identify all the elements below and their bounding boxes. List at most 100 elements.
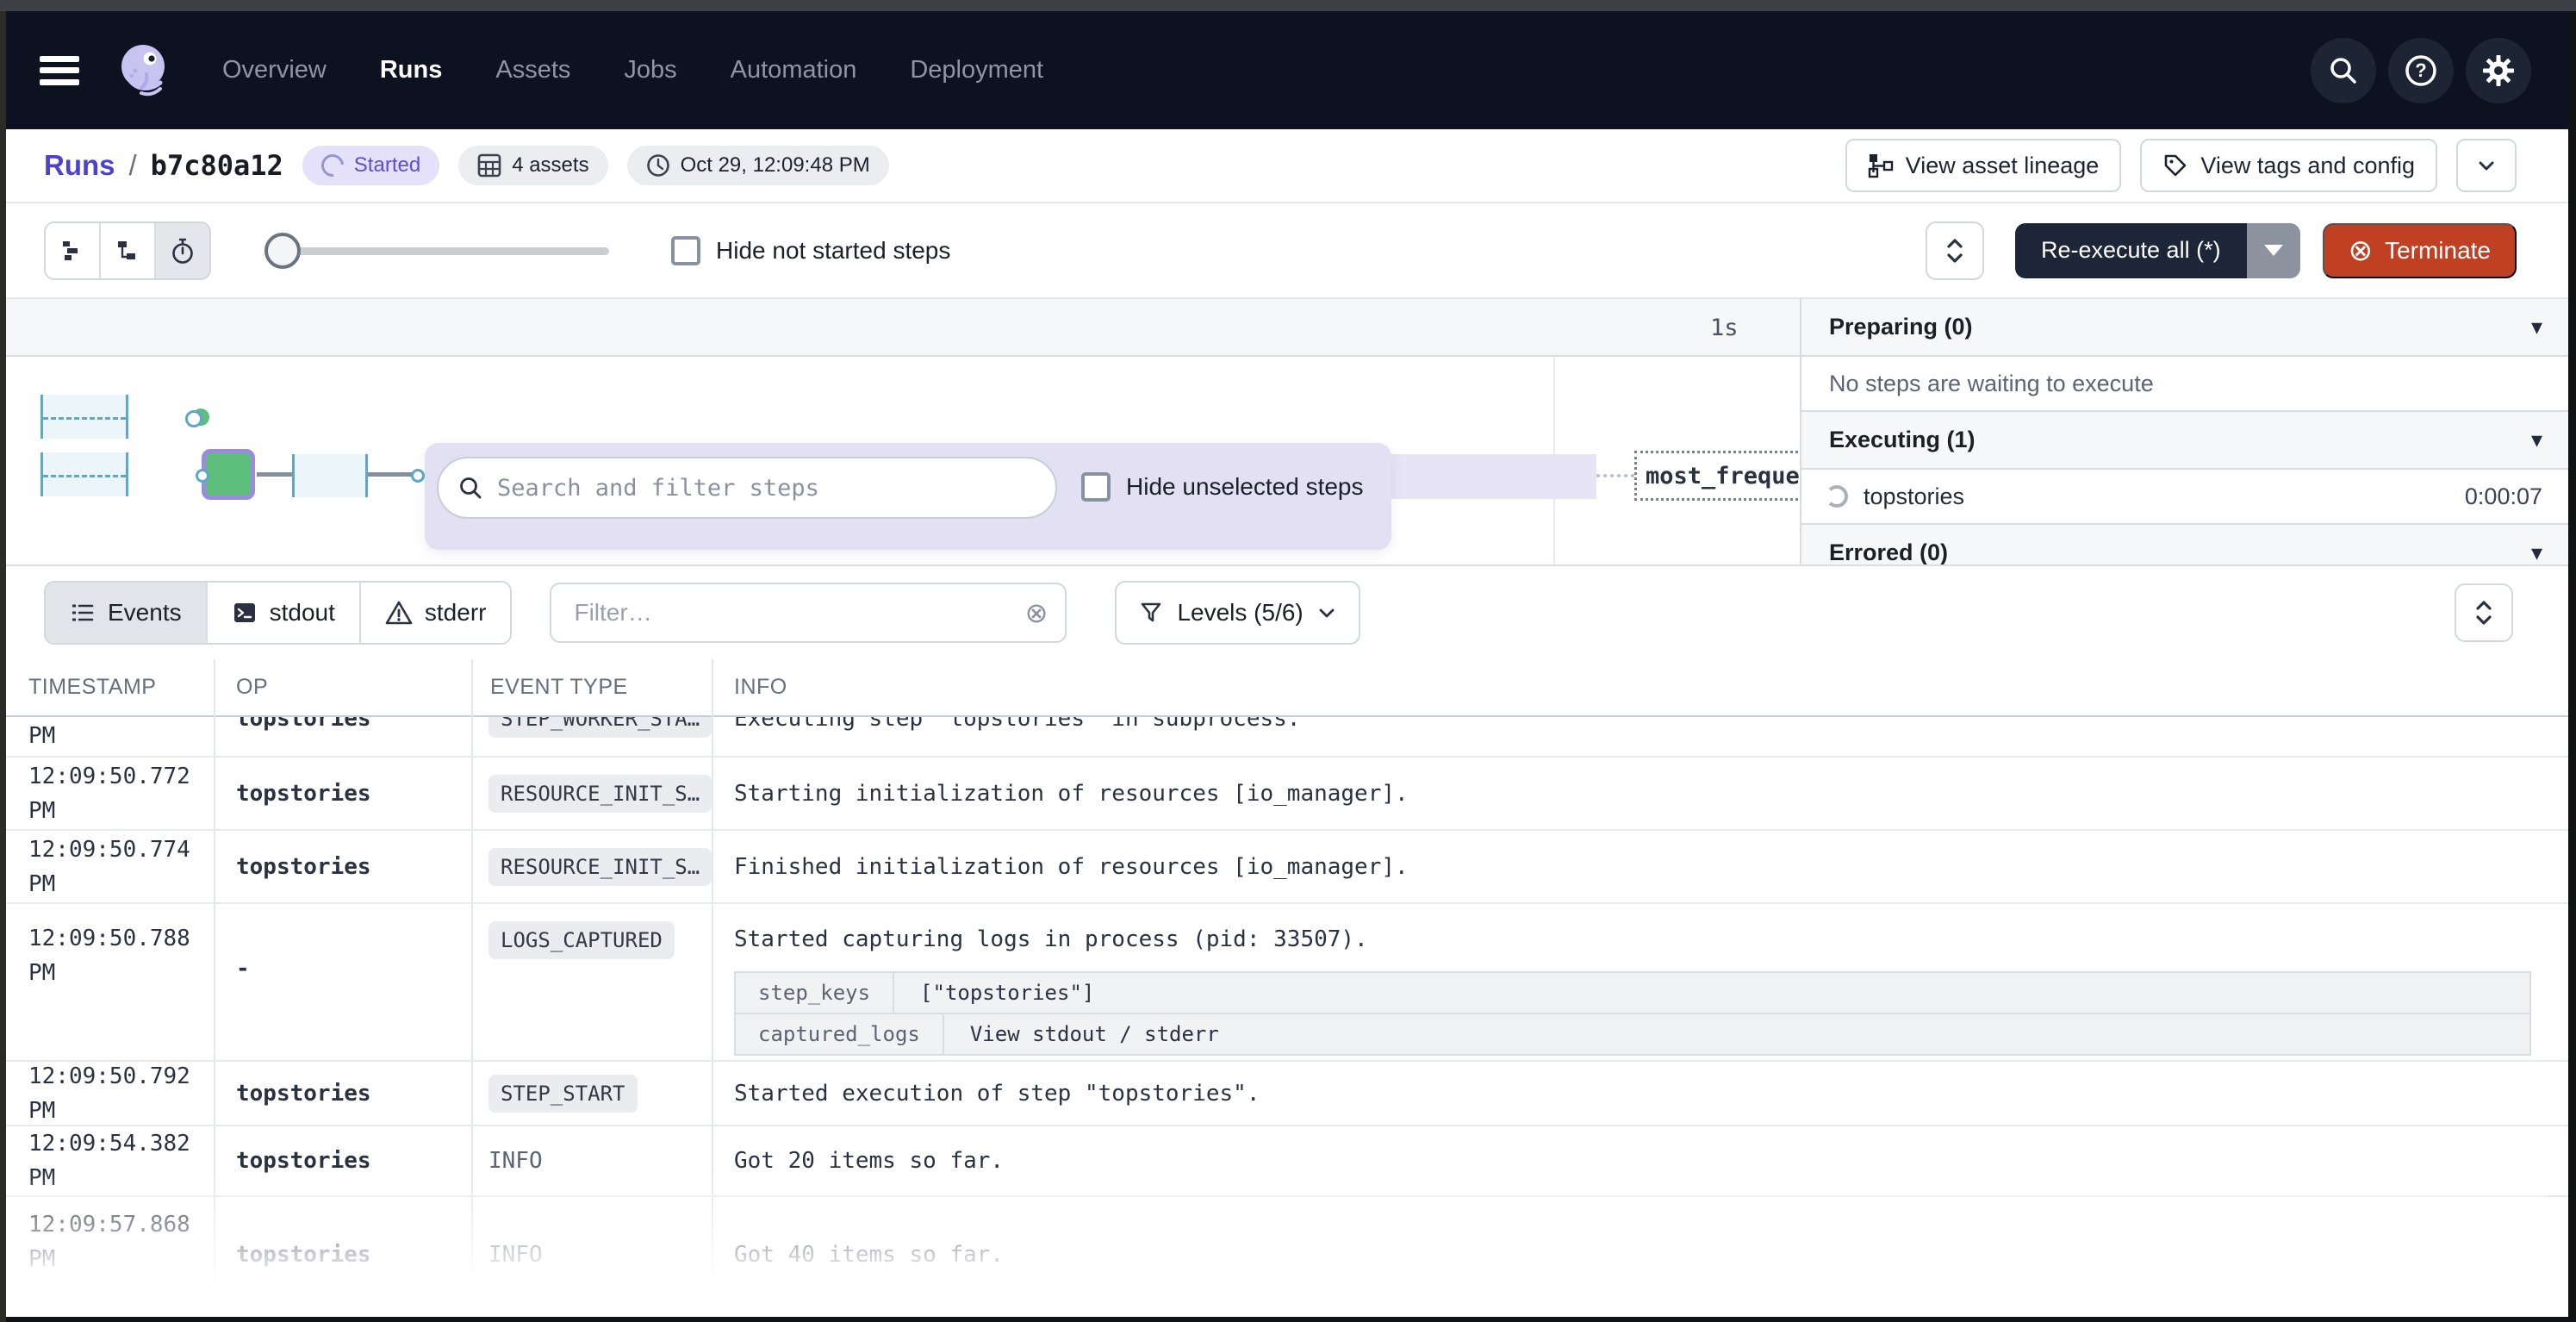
panel-resize-button[interactable] [1926,221,1984,280]
gantt-step-marker-dot[interactable] [192,408,209,426]
gantt-timed-view-button[interactable] [156,223,209,278]
tab-events[interactable]: Events [46,583,208,643]
gantt-step-queued[interactable] [292,454,368,497]
warning-triangle-icon [385,600,413,626]
executing-step-row[interactable]: topstories 0:00:07 [1801,470,2568,525]
nav-item-runs[interactable]: Runs [380,56,443,84]
hide-not-started-checkbox[interactable] [671,236,700,265]
breadcrumb-runs-link[interactable]: Runs [44,149,115,182]
col-op: OP [236,675,268,700]
caret-down-icon: ▾ [2531,540,2542,565]
gantt-io-dot-end [411,469,425,483]
asset-grid-icon [477,153,512,178]
event-log-panel: Events stdout stderr ⊗ [6,564,2568,1322]
nav-item-deployment[interactable]: Deployment [910,56,1043,84]
search-icon [457,475,483,501]
view-tags-config-button[interactable]: View tags and config [2140,139,2437,192]
log-row[interactable]: 12:09:50.772 PM topstories RESOURCE_INIT… [6,758,2568,831]
help-button[interactable]: ? [2388,38,2454,103]
nav-item-jobs[interactable]: Jobs [624,56,676,84]
gantt-step-most-frequent[interactable]: most_frequent_ [1634,451,1800,501]
executing-section-header[interactable]: Executing (1) ▾ [1801,412,2568,470]
reexecute-all-button[interactable]: Re-execute all (*) [2015,223,2247,278]
log-filter-input[interactable] [572,598,1024,627]
event-type-badge: LOGS_CAPTURED [488,921,675,959]
svg-text:?: ? [2415,59,2426,81]
spinner-icon [1826,485,1848,508]
metadata-key: captured_logs [736,1014,944,1054]
gantt-dotted-connector [1596,474,1634,477]
clear-filter-icon[interactable]: ⊗ [1025,596,1048,629]
window-left-edge [0,11,6,1322]
event-metadata-table: step_keys ["topstories"] captured_logs V… [734,971,2531,1056]
gantt-step-not-started-1[interactable] [40,395,128,439]
log-table-header: TIMESTAMP OP EVENT TYPE INFO [6,659,2568,717]
col-event-type: EVENT TYPE [490,675,628,700]
event-list-icon [70,600,96,626]
filter-funnel-icon [1139,601,1163,625]
step-search-input[interactable] [495,474,1055,502]
hide-not-started-label[interactable]: Hide not started steps [716,237,950,265]
col-timestamp: TIMESTAMP [28,675,156,700]
settings-button[interactable] [2466,38,2531,103]
flat-rows-icon [59,238,85,264]
nav-item-overview[interactable]: Overview [222,56,327,84]
gantt-zoom-slider[interactable] [264,233,609,269]
event-type-plain: INFO [488,1148,543,1174]
more-run-actions-button[interactable] [2456,139,2517,192]
run-detail-page: Overview Runs Assets Jobs Automation Dep… [0,0,2576,1322]
gantt-step-not-started-2[interactable] [40,452,128,496]
waterfall-icon [115,238,140,264]
gantt-waterfall-view-button[interactable] [101,223,156,278]
nav-item-assets[interactable]: Assets [495,56,570,84]
log-row[interactable]: 12:09:50.792 PM topstories STEP_START St… [6,1062,2568,1126]
log-row-logs-captured[interactable]: 12:09:50.788 PM - LOGS_CAPTURED Started … [6,904,2568,1062]
reexecute-options-button[interactable] [2247,223,2300,278]
reexecute-split-button: Re-execute all (*) [2015,223,2300,278]
help-icon: ? [2403,53,2439,89]
log-row[interactable]: 12:09:57.868 PM topstories INFO Got 40 i… [6,1197,2568,1322]
preparing-section-header[interactable]: Preparing (0) ▾ [1801,299,2568,357]
executing-step-name: topstories [1864,483,1964,510]
view-stdout-stderr-link[interactable]: View stdout / stderr [944,1014,1245,1054]
spinner-icon [316,150,348,182]
chevron-down-icon [1317,603,1336,622]
slider-knob[interactable] [264,233,301,269]
log-info-text: Started capturing logs in process (pid: … [734,926,2568,952]
tag-icon [2162,153,2188,178]
dropdown-arrow-icon [2264,245,2283,256]
gantt-chart: 1s Hide unselected steps most_frequent_ [6,299,1800,564]
search-button[interactable] [2311,38,2376,103]
log-row[interactable]: 12:09:54.382 PM topstories INFO Got 20 i… [6,1126,2568,1197]
gantt-timescale: 1s [6,299,1800,357]
run-header-row: Runs / b7c80a12 Started 4 assets Oct 29,… [6,129,2568,203]
slider-track[interactable] [264,247,609,255]
dagster-logo-icon[interactable] [112,40,174,102]
preparing-empty-row: No steps are waiting to execute [1801,357,2568,412]
log-resize-button[interactable] [2455,583,2513,642]
executing-step-elapsed: 0:00:07 [2465,483,2542,510]
tab-stderr[interactable]: stderr [361,583,511,643]
errored-section-header[interactable]: Errored (0) ▾ [1801,525,2568,564]
event-type-badge: STEP_WORKER_STA… [488,717,712,738]
view-asset-lineage-button[interactable]: View asset lineage [1845,139,2122,192]
tab-stdout[interactable]: stdout [208,583,361,643]
hamburger-menu-icon[interactable] [40,56,79,85]
nav-item-automation[interactable]: Automation [731,56,857,84]
gantt-search-box [437,457,1057,519]
up-down-chevrons-icon [2473,598,2495,627]
gantt-step-running-selected[interactable] [202,449,255,500]
caret-down-icon: ▾ [2531,315,2542,340]
hide-unselected-label[interactable]: Hide unselected steps [1126,473,1364,501]
terminate-button[interactable]: ⊗ Terminate [2323,223,2517,278]
log-tabs: Events stdout stderr [44,581,512,645]
log-controls: Events stdout stderr ⊗ [6,566,2568,659]
steps-status-panel: Preparing (0) ▾ No steps are waiting to … [1800,299,2568,564]
asset-count-badge[interactable]: 4 assets [458,146,607,185]
gantt-flat-view-button[interactable] [46,223,101,278]
log-row[interactable]: 12:09:50.774 PM topstories RESOURCE_INIT… [6,831,2568,904]
log-row-clipped[interactable]: 12:09:50.7 PM topstories STEP_WORKER_STA… [6,717,2568,758]
levels-dropdown[interactable]: Levels (5/6) [1115,581,1360,645]
gantt-time-marker: 1s [1710,315,1739,341]
hide-unselected-checkbox[interactable] [1081,472,1111,502]
